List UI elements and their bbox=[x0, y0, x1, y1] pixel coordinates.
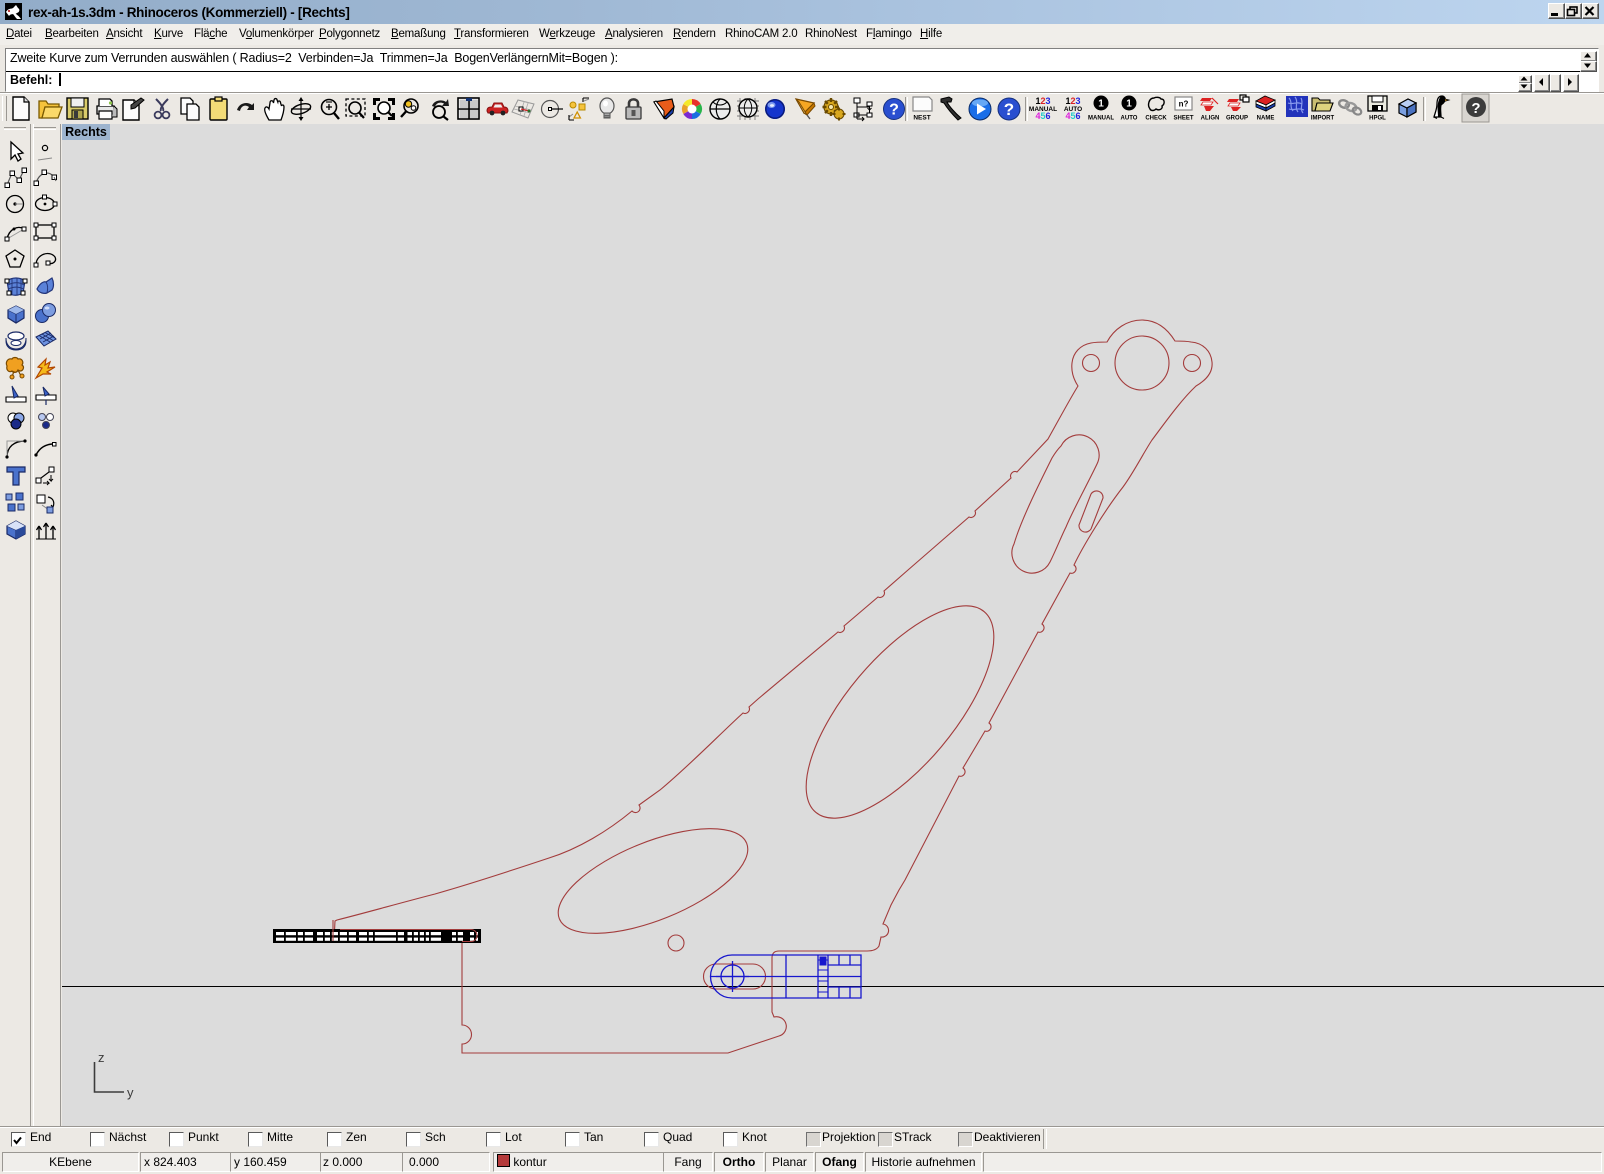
svg-text:GROUP: GROUP bbox=[1226, 116, 1248, 122]
svg-text:123: 123 bbox=[1035, 96, 1050, 106]
svg-text:123: 123 bbox=[1065, 96, 1080, 106]
svg-text:z: z bbox=[98, 1050, 105, 1065]
svg-text:NAME: NAME bbox=[1257, 116, 1275, 122]
svg-text:456: 456 bbox=[1035, 111, 1050, 121]
svg-text:?: ? bbox=[1471, 100, 1480, 117]
svg-text:1: 1 bbox=[1126, 99, 1132, 110]
svg-text:y: y bbox=[127, 1085, 134, 1100]
svg-text:n?: n? bbox=[1179, 100, 1189, 109]
svg-text:IMPORT: IMPORT bbox=[1311, 116, 1335, 122]
svg-text:MANUAL: MANUAL bbox=[1088, 116, 1114, 122]
svg-text:?: ? bbox=[889, 102, 899, 119]
svg-text:NEST: NEST bbox=[913, 115, 930, 122]
svg-text:ALIGN: ALIGN bbox=[1201, 116, 1220, 122]
svg-text:SHEET: SHEET bbox=[1173, 116, 1193, 122]
svg-text:AUTO: AUTO bbox=[1121, 116, 1138, 122]
svg-text:456: 456 bbox=[1065, 111, 1080, 121]
svg-text:?: ? bbox=[1004, 100, 1014, 119]
svg-text:1: 1 bbox=[1098, 99, 1104, 110]
svg-text:CHECK: CHECK bbox=[1145, 116, 1167, 122]
svg-text:HPGL: HPGL bbox=[1369, 116, 1386, 122]
